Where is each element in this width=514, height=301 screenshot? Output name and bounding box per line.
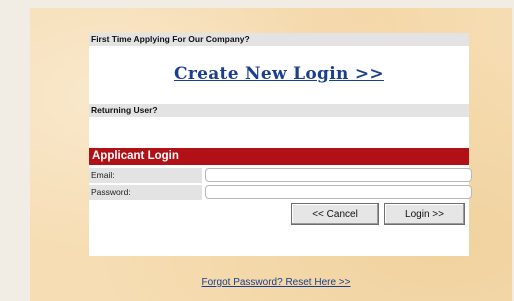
forgot-password-link[interactable]: Forgot Password? Reset Here >> [0,277,514,288]
email-field[interactable] [205,168,472,182]
create-new-login-link[interactable]: Create New Login >> [89,64,469,84]
cancel-button[interactable]: << Cancel [291,203,379,225]
password-field[interactable] [205,185,472,199]
email-label: Email: [89,168,202,183]
returning-user-heading: Returning User? [89,104,469,117]
applicant-login-heading: Applicant Login [89,148,469,165]
password-label: Password: [89,185,202,200]
first-time-heading: First Time Applying For Our Company? [89,33,469,46]
login-button[interactable]: Login >> [384,203,465,225]
